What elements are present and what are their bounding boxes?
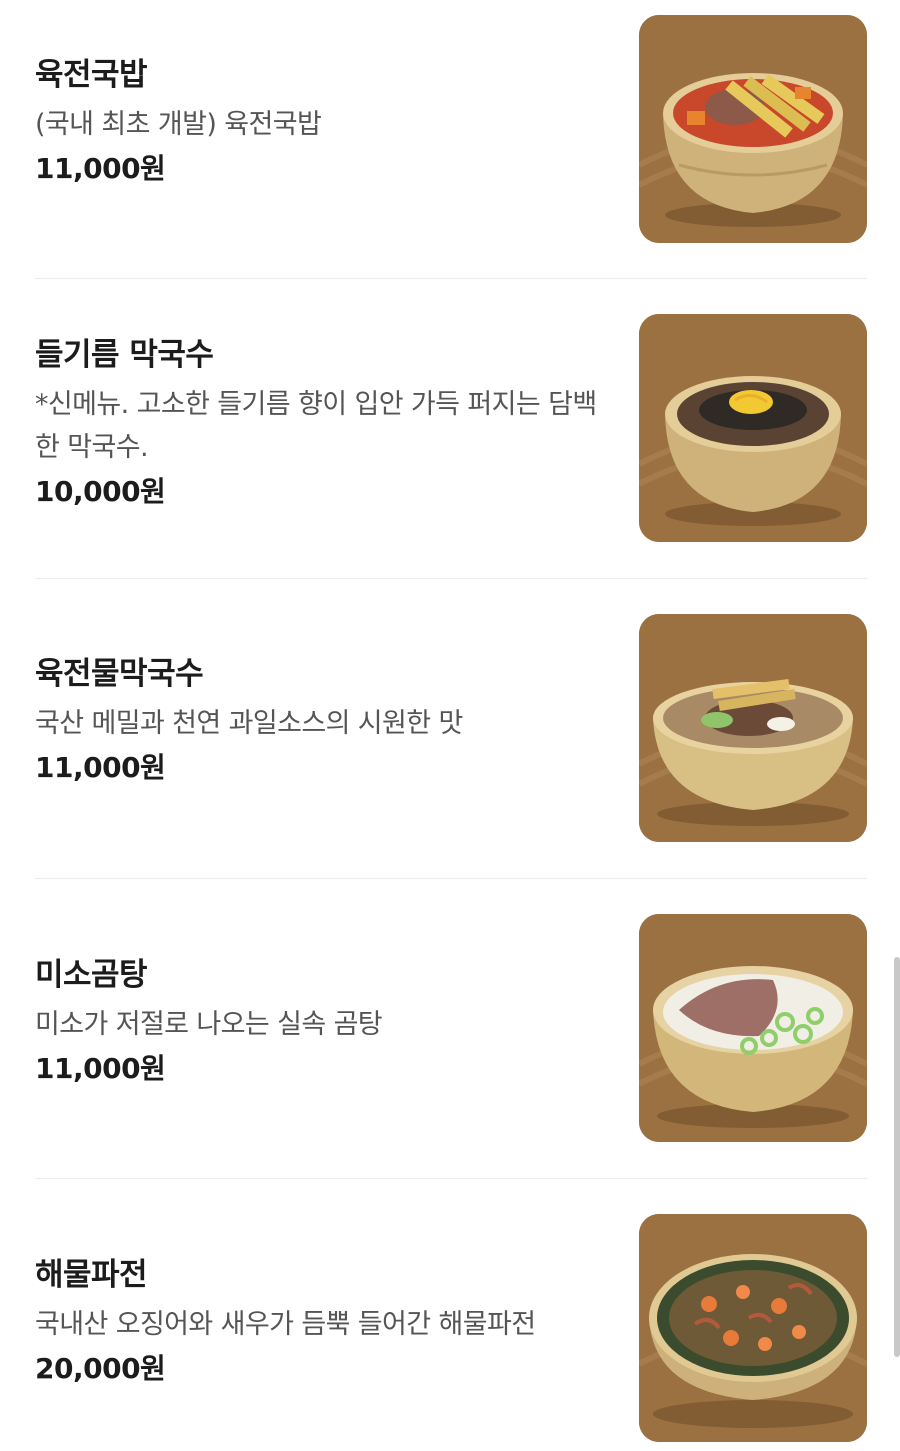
menu-item-yukjeon-gukbap[interactable]: 육전국밥 (국내 최초 개발) 육전국밥 11,000원: [35, 0, 867, 279]
menu-item-description: 국산 메밀과 천연 과일소스의 시원한 맛: [35, 708, 463, 739]
menu-item-haemul-pajeon[interactable]: 해물파전 국내산 오징어와 새우가 듬뿍 들어간 해물파전 20,000원: [35, 1179, 867, 1451]
menu-item-price: 20,000원: [35, 1352, 166, 1385]
menu-item-photo[interactable]: [639, 314, 867, 542]
menu-item-text: 해물파전 국내산 오징어와 새우가 듬뿍 들어간 해물파전 20,000원: [35, 1255, 610, 1389]
menu-item-photo[interactable]: [639, 1214, 867, 1442]
menu-item-price: 11,000원: [35, 751, 166, 784]
menu-item-name: 육전국밥: [35, 57, 148, 93]
menu-item-miso-gomtang[interactable]: 미소곰탕 미소가 저절로 나오는 실속 곰탕 11,000원: [35, 879, 867, 1179]
menu-item-description: *신메뉴. 고소한 들기름 향이 입안 가득 퍼지는 담백한 막국수.: [35, 389, 597, 463]
menu-item-perilla-makguksu[interactable]: 들기름 막국수 *신메뉴. 고소한 들기름 향이 입안 가득 퍼지는 담백한 막…: [35, 279, 867, 579]
menu-item-text: 육전물막국수 국산 메밀과 천연 과일소스의 시원한 맛 11,000원: [35, 654, 610, 788]
menu-item-text: 들기름 막국수 *신메뉴. 고소한 들기름 향이 입안 가득 퍼지는 담백한 막…: [35, 335, 610, 512]
menu-item-photo[interactable]: [639, 614, 867, 842]
menu-item-description: 국내산 오징어와 새우가 듬뿍 들어간 해물파전: [35, 1309, 536, 1340]
scrollbar[interactable]: [894, 957, 900, 1357]
menu-item-name: 들기름 막국수: [35, 337, 214, 373]
menu-item-text: 미소곰탕 미소가 저절로 나오는 실속 곰탕 11,000원: [35, 955, 610, 1089]
menu-item-text: 육전국밥 (국내 최초 개발) 육전국밥 11,000원: [35, 55, 610, 189]
menu-item-description: 미소가 저절로 나오는 실속 곰탕: [35, 1009, 383, 1040]
menu-item-name: 미소곰탕: [35, 957, 148, 993]
menu-item-photo[interactable]: [639, 914, 867, 1142]
menu-item-photo[interactable]: [639, 15, 867, 243]
menu-item-price: 11,000원: [35, 152, 166, 185]
menu-item-name: 해물파전: [35, 1257, 148, 1293]
menu-item-price: 11,000원: [35, 1052, 166, 1085]
menu-item-description: (국내 최초 개발) 육전국밥: [35, 109, 322, 140]
menu-item-name: 육전물막국수: [35, 656, 204, 692]
menu-item-yukjeon-mul-makguksu[interactable]: 육전물막국수 국산 메밀과 천연 과일소스의 시원한 맛 11,000원: [35, 579, 867, 879]
menu-item-price: 10,000원: [35, 475, 166, 508]
